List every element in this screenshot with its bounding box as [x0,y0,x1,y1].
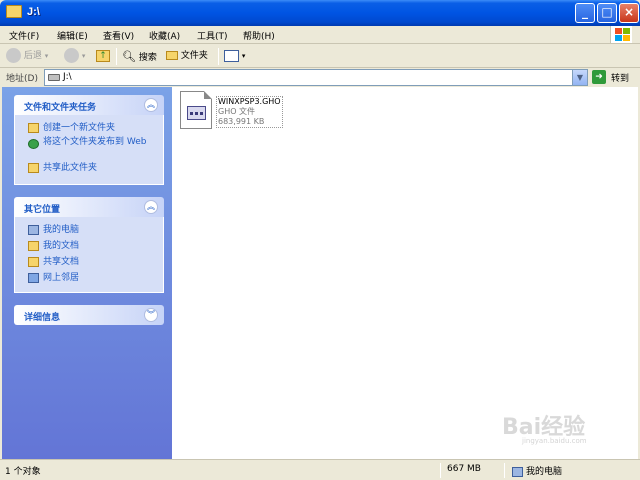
address-input[interactable]: J:\ ▼ [44,69,588,86]
share-folder-icon [28,163,39,173]
address-label: 地址(D) [6,74,38,84]
go-button[interactable]: ➜ 转到 [591,70,637,85]
expand-icon[interactable]: ︾ [144,308,158,322]
back-button[interactable]: 后退 ▾ [6,48,48,65]
shared-folder-icon [28,257,39,267]
menu-edit[interactable]: 编辑(E) [54,28,91,43]
task-new-folder[interactable]: 创建一个新文件夹 [15,121,163,137]
gho-file-icon [180,91,212,129]
documents-folder-icon [28,241,39,251]
place-my-documents[interactable]: 我的文档 [15,239,163,255]
folders-button[interactable]: 文件夹 [166,48,208,65]
forward-arrow-icon [64,48,79,63]
folder-icon [166,51,178,60]
place-my-computer[interactable]: 我的电脑 [15,223,163,239]
other-places-title: 其它位置 [24,205,61,215]
drive-icon [48,74,60,81]
explorer-window: J:\ _ □ × 文件(F) 编辑(E) 查看(V) 收藏(A) 工具(T) … [0,0,640,480]
status-location: 我的电脑 [512,464,562,477]
address-bar: 地址(D) J:\ ▼ ➜ 转到 [0,68,640,87]
other-places-group: 其它位置 ︽ 我的电脑 我的文档 共享文档 网上邻居 [14,197,164,293]
watermark-url: jingyan.baidu.com [522,437,587,445]
search-label: 搜索 [138,53,157,63]
new-folder-icon [28,123,39,133]
task-pane: 文件和文件夹任务 ︽ 创建一个新文件夹 将这个文件夹发布到 Web 共享此文件夹 [2,87,172,459]
file-tasks-group: 文件和文件夹任务 ︽ 创建一个新文件夹 将这个文件夹发布到 Web 共享此文件夹 [14,95,164,185]
window-title: J:\ [27,6,40,18]
folders-label: 文件夹 [180,51,208,61]
computer-icon [512,466,523,477]
other-places-header[interactable]: 其它位置 ︽ [14,197,164,217]
views-icon [224,49,239,62]
up-folder-button[interactable]: ↑ [96,48,110,65]
collapse-icon[interactable]: ︽ [144,98,158,112]
toolbar: 后退 ▾ ▾ ↑ 🔍︎ 搜索 文件夹 ▾ [0,45,640,68]
address-dropdown-icon[interactable]: ▼ [572,70,587,85]
file-tasks-title: 文件和文件夹任务 [24,103,97,113]
status-object-count: 1 个对象 [5,467,41,477]
views-button[interactable]: ▾ [224,48,245,65]
menu-bar: 文件(F) 编辑(E) 查看(V) 收藏(A) 工具(T) 帮助(H) [0,26,640,44]
collapse-icon[interactable]: ︽ [144,200,158,214]
file-size: 683,991 KB [218,117,265,126]
globe-icon [28,139,39,149]
place-network[interactable]: 网上邻居 [15,271,163,287]
search-icon: 🔍︎ [122,50,136,63]
details-group: 详细信息 ︾ [14,305,164,325]
up-folder-icon: ↑ [96,49,110,62]
back-label: 后退 [23,51,42,61]
search-button[interactable]: 🔍︎ 搜索 [122,48,157,65]
file-tasks-header[interactable]: 文件和文件夹任务 ︽ [14,95,164,115]
menu-tools[interactable]: 工具(T) [194,28,231,43]
menu-file[interactable]: 文件(F) [6,28,42,43]
forward-button[interactable]: ▾ [64,48,85,65]
back-arrow-icon [6,48,21,63]
close-button[interactable]: × [619,3,639,23]
folder-icon [6,5,22,18]
place-shared-documents[interactable]: 共享文档 [15,255,163,271]
file-name: WINXPSP3.GHO [218,97,281,106]
task-publish-web[interactable]: 将这个文件夹发布到 Web [15,137,163,161]
windows-logo-icon [610,26,632,43]
go-arrow-icon: ➜ [592,70,606,84]
file-type: GHO 文件 [218,107,256,116]
title-bar[interactable]: J:\ _ □ × [0,0,640,26]
details-header[interactable]: 详细信息 ︾ [14,305,164,325]
address-value: J:\ [63,72,72,82]
details-title: 详细信息 [24,313,61,323]
file-list-area[interactable]: WINXPSP3.GHO GHO 文件 683,991 KB Bai经验 jin… [172,87,638,459]
status-size: 667 MB [447,464,481,474]
menu-view[interactable]: 查看(V) [100,28,137,43]
status-bar: 1 个对象 667 MB 我的电脑 [0,459,640,480]
menu-favorites[interactable]: 收藏(A) [146,28,183,43]
task-share-folder[interactable]: 共享此文件夹 [15,161,163,177]
go-label: 转到 [611,74,630,84]
network-icon [28,273,39,283]
minimize-button[interactable]: _ [575,3,595,23]
maximize-button[interactable]: □ [597,3,617,23]
menu-help[interactable]: 帮助(H) [240,28,278,43]
computer-icon [28,225,39,235]
